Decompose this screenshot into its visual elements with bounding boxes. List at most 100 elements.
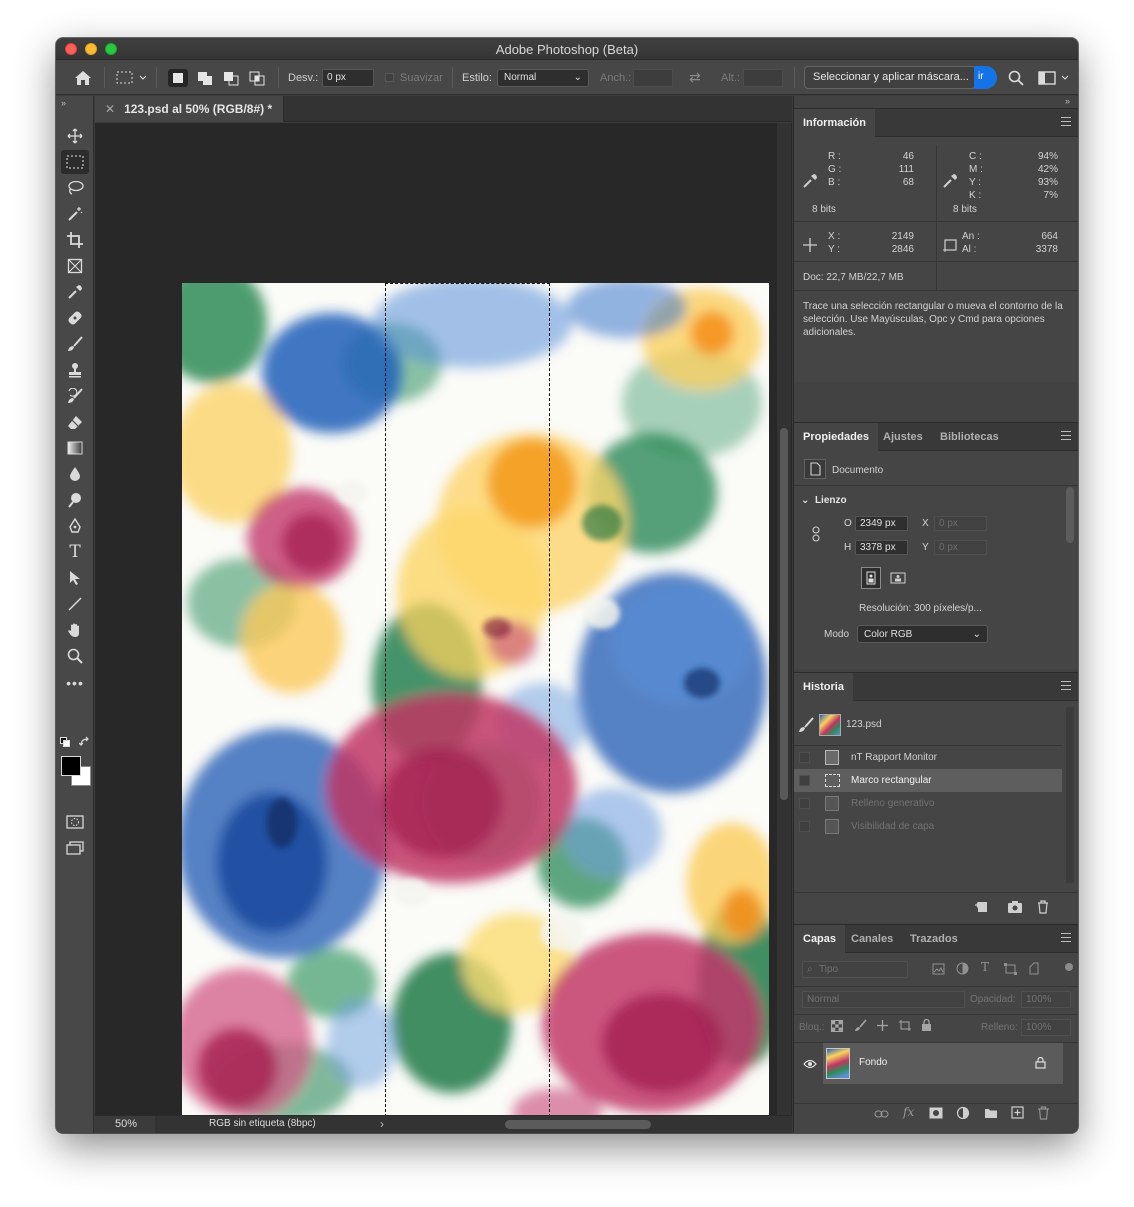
lock-artboard-button[interactable] <box>898 1019 912 1035</box>
frame-tool[interactable] <box>61 254 89 278</box>
filter-type-layers-button[interactable]: T <box>981 960 989 974</box>
swap-colors-button[interactable] <box>78 736 91 748</box>
lock-transparent-pixels-button[interactable] <box>831 1020 843 1035</box>
lock-all-button[interactable] <box>921 1018 932 1035</box>
layer-filter-select[interactable]: ⌕ Tipo <box>802 961 908 978</box>
width-input[interactable] <box>633 68 673 87</box>
document-tab[interactable]: ✕ 123.psd al 50% (RGB/8#) * <box>95 96 284 122</box>
history-snapshot[interactable]: 123.psd <box>794 711 1062 739</box>
layer-style-button[interactable]: fx <box>903 1105 914 1119</box>
layer-lock-icon[interactable] <box>1035 1057 1046 1069</box>
hand-tool[interactable] <box>61 618 89 642</box>
new-selection-button[interactable] <box>168 69 188 87</box>
gradient-tool[interactable] <box>61 436 89 460</box>
status-chevron-icon[interactable]: › <box>380 1117 384 1131</box>
canvas-section-toggle[interactable]: ⌄ Lienzo <box>801 495 847 506</box>
select-and-mask-button[interactable]: Seleccionar y aplicar máscara... <box>804 66 976 89</box>
vertical-scroll-thumb[interactable] <box>780 428 788 800</box>
zoom-tool[interactable] <box>61 644 89 668</box>
delete-state-button[interactable] <box>1036 900 1050 917</box>
canvas-y-input[interactable]: 0 px <box>934 540 987 555</box>
new-group-button[interactable] <box>984 1107 998 1122</box>
workspace-button[interactable] <box>1038 60 1068 95</box>
history-item[interactable]: Marco rectangular <box>794 769 1062 792</box>
tab-historia[interactable]: Historia <box>794 673 853 701</box>
lasso-tool[interactable] <box>61 176 89 200</box>
canvas-height-input[interactable]: 3378 px <box>855 540 908 555</box>
tab-ajustes[interactable]: Ajustes <box>874 423 932 451</box>
intersect-selection-button[interactable] <box>247 69 267 87</box>
history-source-checkbox[interactable] <box>799 775 810 786</box>
history-item[interactable]: Visibilidad de capa <box>794 815 1062 838</box>
blur-tool[interactable] <box>61 462 89 486</box>
dodge-tool[interactable] <box>61 488 89 512</box>
history-scroll-track[interactable] <box>1066 707 1074 883</box>
subtract-selection-button[interactable] <box>221 69 241 87</box>
landscape-orientation-button[interactable] <box>888 569 908 587</box>
filter-adjustment-layers-button[interactable] <box>956 962 969 978</box>
edit-toolbar-button[interactable]: ••• <box>61 671 89 695</box>
move-tool[interactable] <box>61 124 89 148</box>
new-snapshot-button[interactable] <box>1007 900 1023 917</box>
fill-input[interactable]: 100% <box>1021 1019 1071 1036</box>
crop-tool[interactable] <box>61 228 89 252</box>
antialias-checkbox[interactable]: Suavizar <box>385 60 443 95</box>
horizontal-scroll-thumb[interactable] <box>505 1120 651 1129</box>
tool-preset-picker[interactable] <box>116 60 146 95</box>
vertical-scrollbar[interactable] <box>777 123 791 1115</box>
blend-mode-select[interactable]: Normal <box>802 991 965 1008</box>
history-item[interactable]: Relleno generativo <box>794 792 1062 815</box>
clone-stamp-tool[interactable] <box>61 358 89 382</box>
home-button[interactable] <box>74 60 92 95</box>
healing-brush-tool[interactable] <box>61 306 89 330</box>
color-mode-select[interactable]: Color RGB ⌄ <box>857 625 988 643</box>
layer-row-fondo[interactable]: Fondo <box>823 1043 1063 1084</box>
line-tool[interactable] <box>61 592 89 616</box>
filter-smart-objects-button[interactable] <box>1028 962 1040 978</box>
link-dimensions-icon[interactable] <box>811 526 821 542</box>
style-select[interactable]: Normal ⌄ <box>497 68 589 87</box>
eyedropper-info-icon[interactable] <box>802 173 818 189</box>
tab-propiedades[interactable]: Propiedades <box>794 423 879 451</box>
document-canvas[interactable] <box>182 283 769 1127</box>
history-item[interactable]: nT Rapport Monitor <box>794 746 1062 769</box>
layer-name[interactable]: Fondo <box>859 1057 887 1068</box>
history-brush-source-icon[interactable] <box>798 717 814 733</box>
history-brush-tool[interactable] <box>61 384 89 408</box>
eye-visibility-icon[interactable] <box>803 1059 817 1069</box>
delete-layer-button[interactable] <box>1037 1106 1050 1123</box>
collapse-panels-icon[interactable]: » <box>1065 96 1070 106</box>
height-input[interactable] <box>743 68 783 87</box>
lock-position-button[interactable] <box>876 1019 889 1035</box>
new-adjustment-layer-button[interactable] <box>956 1106 970 1123</box>
screen-mode-button[interactable] <box>61 836 89 860</box>
default-colors-button[interactable] <box>60 737 70 747</box>
history-source-checkbox[interactable] <box>799 798 810 809</box>
type-tool[interactable]: T <box>61 540 89 564</box>
tab-trazados[interactable]: Trazados <box>901 925 967 953</box>
quick-mask-button[interactable] <box>61 810 89 834</box>
properties-scroll-thumb[interactable] <box>1066 487 1074 543</box>
history-panel-menu-icon[interactable] <box>1061 681 1071 690</box>
filter-shape-layers-button[interactable] <box>1004 963 1017 978</box>
tab-capas[interactable]: Capas <box>794 925 846 953</box>
opacity-input[interactable]: 100% <box>1021 991 1071 1008</box>
history-source-checkbox[interactable] <box>799 821 810 832</box>
layers-panel-menu-icon[interactable] <box>1061 933 1071 942</box>
pen-tool[interactable] <box>61 514 89 538</box>
pasteboard[interactable] <box>95 123 792 1127</box>
filter-toggle-switch[interactable] <box>1065 963 1073 971</box>
new-document-from-state-button[interactable] <box>974 900 990 917</box>
brush-tool[interactable] <box>61 332 89 356</box>
eraser-tool[interactable] <box>61 410 89 434</box>
tab-canales[interactable]: Canales <box>842 925 902 953</box>
rectangular-marquee-tool[interactable] <box>61 150 89 174</box>
canvas-width-input[interactable]: 2349 px <box>855 516 908 531</box>
blue-action-button[interactable]: ir <box>974 66 997 89</box>
history-source-checkbox[interactable] <box>799 752 810 763</box>
new-layer-button[interactable] <box>1011 1106 1024 1122</box>
magic-wand-tool[interactable] <box>61 202 89 226</box>
lock-image-pixels-button[interactable] <box>854 1019 867 1035</box>
swap-dimensions-button[interactable]: ⇄ <box>689 60 701 95</box>
link-layers-button[interactable] <box>874 1108 889 1122</box>
